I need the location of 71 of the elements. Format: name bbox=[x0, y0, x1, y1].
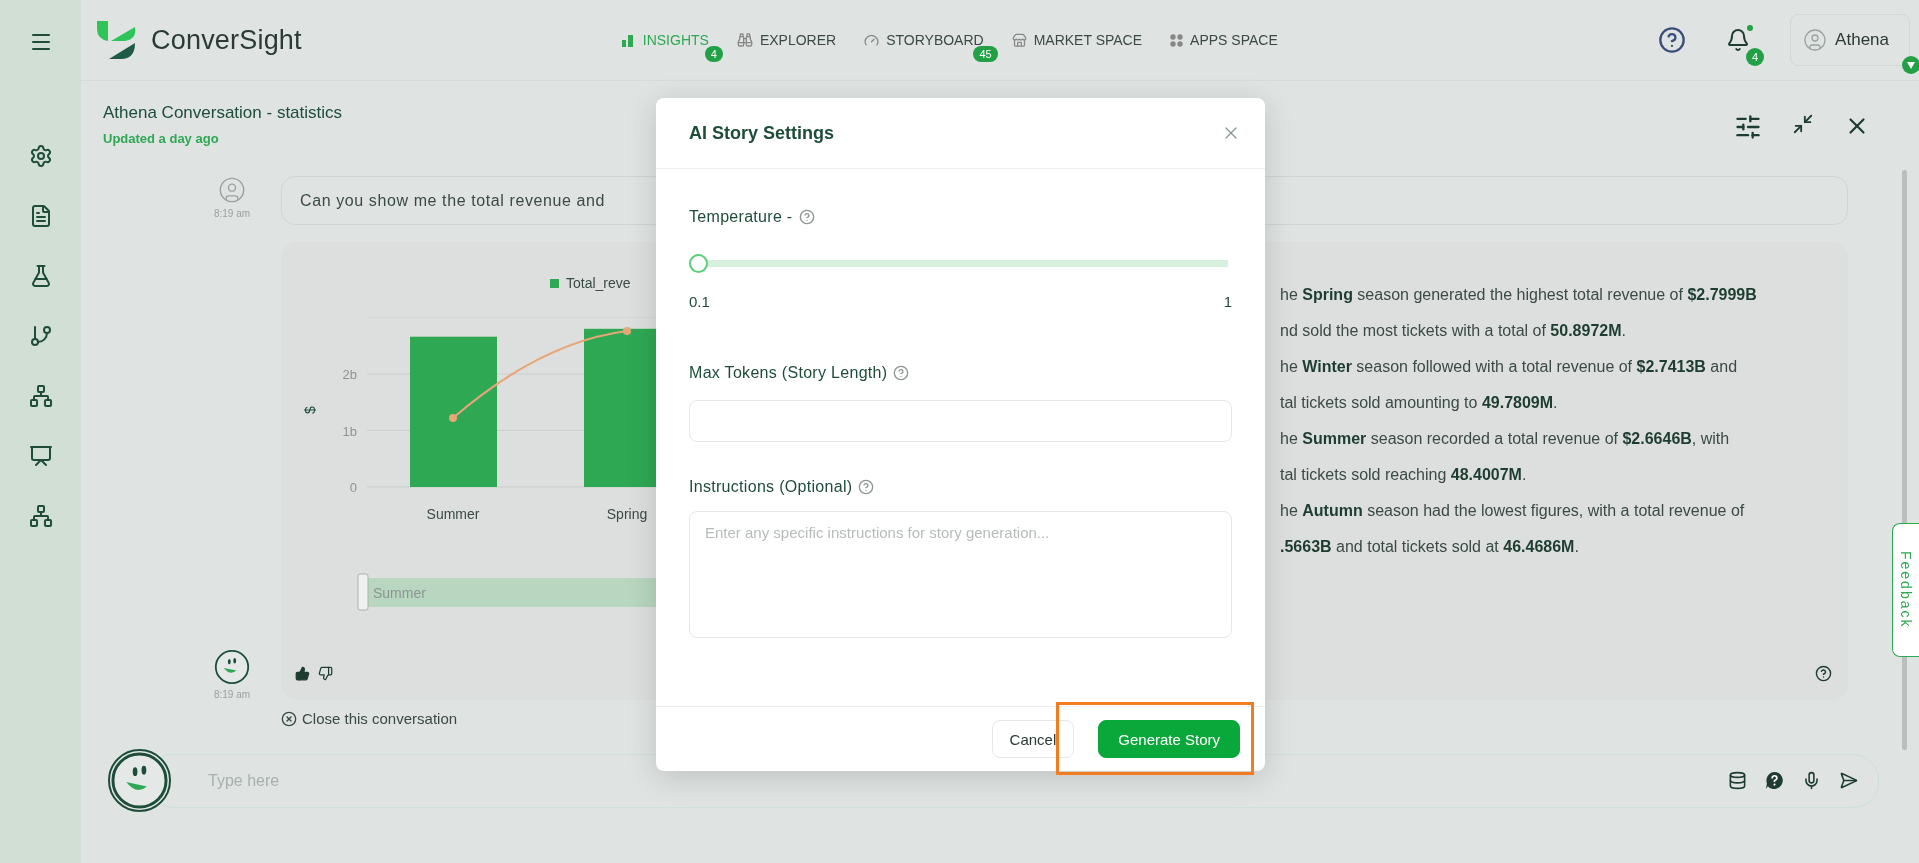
cancel-button[interactable]: Cancel bbox=[991, 720, 1075, 758]
axis-title: $ bbox=[302, 406, 318, 414]
thumbs-up-icon[interactable] bbox=[295, 666, 310, 681]
legend-swatch bbox=[550, 279, 559, 288]
question-bubble-icon[interactable] bbox=[1765, 771, 1784, 790]
slider-handle[interactable] bbox=[357, 573, 369, 611]
settings-icon[interactable] bbox=[28, 144, 53, 168]
story-line: he Summer season recorded a total revenue of $2.6646B, with bbox=[1280, 429, 1731, 449]
story-line: tal tickets sold amounting to 49.7809M. bbox=[1280, 393, 1559, 413]
gauge-icon bbox=[864, 32, 880, 48]
presentation-icon[interactable] bbox=[28, 444, 53, 468]
sliders-icon[interactable] bbox=[1734, 113, 1762, 141]
thumbs-down-icon[interactable] bbox=[318, 666, 333, 681]
message-time: 8:19 am bbox=[213, 689, 251, 700]
user-icon bbox=[1803, 28, 1828, 52]
binoculars-icon bbox=[736, 32, 753, 48]
message-input[interactable]: Type here bbox=[206, 770, 1710, 791]
database-icon[interactable] bbox=[1728, 771, 1747, 790]
bot-avatar bbox=[214, 649, 250, 685]
close-circle-icon bbox=[281, 710, 297, 727]
field-label: Max Tokens (Story Length) bbox=[689, 364, 888, 382]
collapse-icon[interactable] bbox=[1792, 113, 1814, 135]
axis-tick-label: Summer bbox=[426, 506, 480, 522]
field-label: Instructions (Optional) bbox=[689, 478, 853, 496]
help-icon[interactable] bbox=[1658, 26, 1687, 54]
story-line: he Autumn season had the lowest figures, with a total revenue of bbox=[1280, 501, 1746, 521]
dots-grid-icon bbox=[1170, 33, 1184, 47]
nav-tab[interactable]: EXPLORER bbox=[736, 32, 837, 48]
story-line: nd sold the most tickets with a total of 50.8972M. bbox=[1280, 321, 1627, 341]
user-avatar-icon bbox=[218, 176, 246, 204]
range-min-label: 0.1 bbox=[689, 293, 710, 310]
close-conversation-link[interactable]: Close this conversation bbox=[281, 710, 458, 727]
caret-icon[interactable] bbox=[1902, 56, 1919, 74]
notification-badge: 4 bbox=[1746, 48, 1765, 66]
dialog-title: AI Story Settings bbox=[689, 122, 835, 144]
message-time: 8:19 am bbox=[213, 208, 251, 219]
help-icon[interactable] bbox=[1815, 665, 1832, 682]
nav-tab[interactable]: APPS SPACE bbox=[1170, 32, 1278, 48]
hierarchy-icon[interactable] bbox=[28, 384, 53, 408]
range-max-label: 1 bbox=[1223, 293, 1232, 310]
hierarchy-icon[interactable] bbox=[28, 504, 53, 528]
nav-tab[interactable]: MARKET SPACE bbox=[1011, 32, 1143, 48]
nav-tab[interactable]: STORYBOARD bbox=[864, 32, 984, 48]
branch-icon[interactable] bbox=[28, 324, 53, 348]
logo-icon bbox=[95, 19, 137, 61]
field-label: Temperature - bbox=[689, 208, 793, 226]
axis-tick-label: 1b bbox=[342, 423, 357, 439]
bar-chart-icon bbox=[621, 33, 636, 47]
zoom-label: Summer bbox=[373, 585, 426, 601]
count-badge: 4 bbox=[704, 46, 723, 62]
max-tokens-field[interactable] bbox=[689, 400, 1232, 442]
brand-name: ConverSight bbox=[151, 24, 302, 56]
updated-label: Updated a day ago bbox=[103, 131, 220, 146]
legend-label: Total_reve bbox=[566, 275, 631, 291]
conversation-title: Athena Conversation - statistics bbox=[103, 103, 343, 123]
bell-icon[interactable] bbox=[1726, 28, 1751, 52]
count-badge: 45 bbox=[973, 46, 998, 62]
status-dot bbox=[1747, 25, 1754, 31]
story-line: tal tickets sold reaching 48.4007M. bbox=[1280, 465, 1528, 485]
axis-tick-label: 0 bbox=[349, 480, 357, 495]
story-line: he Winter season followed with a total revenue of $2.7413B and bbox=[1280, 357, 1739, 377]
axis-tick-label: 2b bbox=[342, 367, 357, 382]
story-line: .5663B and total tickets sold at 46.4686M. bbox=[1280, 537, 1580, 557]
slider-thumb[interactable] bbox=[689, 254, 708, 273]
axis-tick-label: Spring bbox=[606, 506, 648, 522]
store-icon bbox=[1011, 32, 1027, 48]
story-line: he Spring season generated the highest total revenue of $2.7999B bbox=[1280, 285, 1758, 305]
send-icon[interactable] bbox=[1839, 771, 1858, 790]
microphone-icon[interactable] bbox=[1802, 771, 1821, 790]
instructions-field[interactable]: Enter any specific instructions for story generation... bbox=[689, 511, 1232, 638]
bot-avatar bbox=[110, 751, 169, 810]
